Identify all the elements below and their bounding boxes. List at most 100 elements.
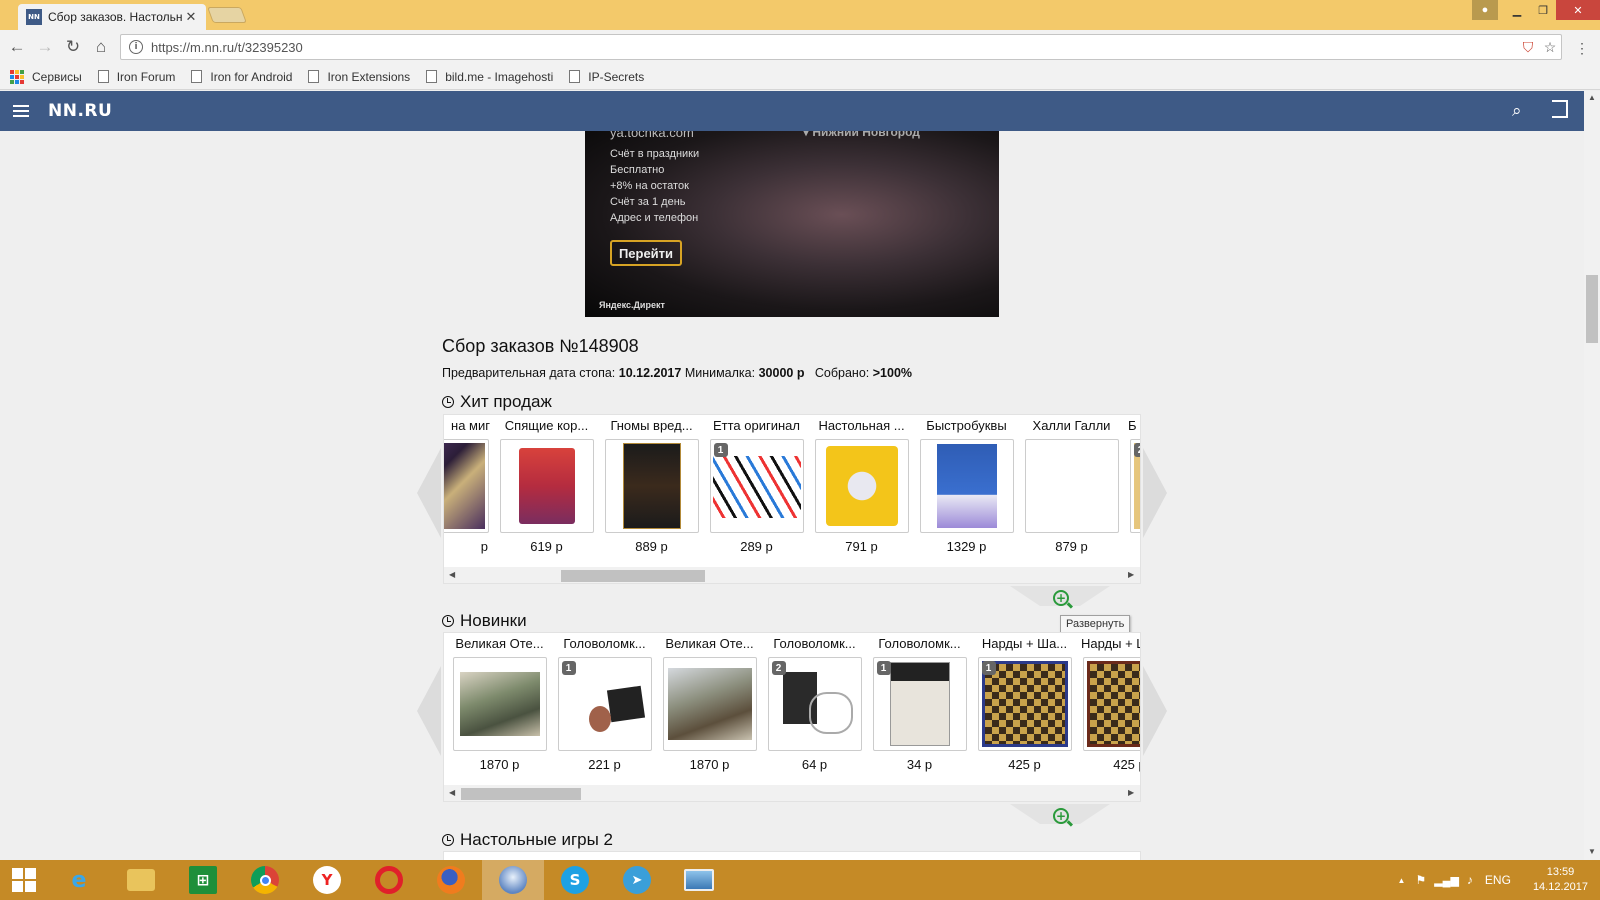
ad-brand[interactable]: Яндекс.Директ <box>599 300 665 310</box>
product-name[interactable]: Головоломк... <box>762 633 867 657</box>
scrollbar-thumb[interactable] <box>1586 275 1598 343</box>
blocked-content-icon[interactable]: ⛉ <box>1517 39 1539 56</box>
product-image[interactable] <box>1082 657 1140 751</box>
product-image[interactable] <box>1024 439 1119 533</box>
maximize-button[interactable]: ❐ <box>1530 0 1556 20</box>
taskbar-skype[interactable]: S <box>544 860 606 900</box>
product-image[interactable]: 1 <box>872 657 967 751</box>
hamburger-menu-icon[interactable] <box>13 105 29 117</box>
page-scrollbar[interactable]: ▲ ▼ <box>1584 91 1600 860</box>
product-name[interactable]: Великая Оте... <box>447 633 552 657</box>
product-card[interactable]: Б 2 <box>1124 415 1140 565</box>
carousel-scrollbar[interactable]: ◀ ▶ <box>444 567 1140 583</box>
product-card[interactable]: на миг р <box>444 415 494 565</box>
taskbar-telegram[interactable]: ➤ <box>606 860 668 900</box>
scroll-down-icon[interactable]: ▼ <box>1588 847 1596 856</box>
network-icon[interactable]: ▂▄▆ <box>1434 874 1459 887</box>
taskbar-ie[interactable]: e <box>48 860 110 900</box>
carousel-hits[interactable]: на миг р Спящие кор... 619 р Гномы вред.… <box>443 414 1141 584</box>
carousel-board-games-2[interactable] <box>443 851 1141 860</box>
product-name[interactable]: Головоломк... <box>867 633 972 657</box>
carousel-new[interactable]: Великая Оте... 1870 р Головоломк... 1 22… <box>443 632 1141 802</box>
product-card[interactable]: Головоломк... 1 34 р <box>867 633 972 783</box>
scroll-left-icon[interactable]: ◀ <box>449 570 455 579</box>
bookmark-item[interactable]: bild.me - Imagehosti <box>426 70 553 84</box>
product-name[interactable]: Гномы вред... <box>599 415 704 439</box>
product-card[interactable]: Халли Галли 879 р <box>1019 415 1124 565</box>
carousel-next-arrow[interactable] <box>1143 666 1167 756</box>
carousel-scrollbar[interactable]: ◀ ▶ <box>444 785 1140 801</box>
product-card[interactable]: Нарды + Ш 425 р <box>1077 633 1140 783</box>
taskbar-chrome[interactable] <box>234 860 296 900</box>
product-name[interactable]: Халли Галли <box>1019 415 1124 439</box>
product-image[interactable]: 1 <box>709 439 804 533</box>
volume-icon[interactable]: ♪ <box>1467 873 1473 887</box>
scroll-right-icon[interactable]: ▶ <box>1128 788 1134 797</box>
product-name[interactable]: Б <box>1124 415 1140 439</box>
scrollbar-thumb[interactable] <box>461 788 581 800</box>
menu-icon[interactable]: ⋮ <box>1575 40 1589 57</box>
product-name[interactable]: Быстробуквы <box>914 415 1019 439</box>
product-card[interactable]: Етта оригинал 1 289 р <box>704 415 809 565</box>
product-card[interactable]: Спящие кор... 619 р <box>494 415 599 565</box>
search-icon[interactable]: ⌕ <box>1512 101 1522 121</box>
profile-icon[interactable]: ● <box>1472 0 1498 20</box>
section-title-board-games-2[interactable]: Настольные игры 2 <box>442 830 613 850</box>
product-card[interactable]: Гномы вред... 889 р <box>599 415 704 565</box>
bookmark-apps[interactable]: Сервисы <box>10 69 82 84</box>
taskbar-firefox[interactable] <box>420 860 482 900</box>
back-arrow-icon[interactable]: ← <box>6 36 28 58</box>
taskbar-photos[interactable] <box>668 860 730 900</box>
home-icon[interactable]: ⌂ <box>90 36 112 58</box>
reload-icon[interactable]: ↻ <box>62 36 84 58</box>
bookmark-item[interactable]: IP-Secrets <box>569 70 644 84</box>
carousel-prev-arrow[interactable] <box>417 666 441 756</box>
product-card[interactable]: Головоломк... 1 221 р <box>552 633 657 783</box>
scroll-up-icon[interactable]: ▲ <box>1588 93 1596 102</box>
url-text[interactable]: https://m.nn.ru/t/32395230 <box>151 40 1517 55</box>
bookmark-item[interactable]: Iron for Android <box>191 70 292 84</box>
scrollbar-thumb[interactable] <box>561 570 705 582</box>
product-image[interactable]: 2 <box>1129 439 1140 533</box>
product-card[interactable]: Настольная ... 791 р <box>809 415 914 565</box>
product-image[interactable] <box>444 439 489 533</box>
taskbar-iron[interactable] <box>482 860 544 900</box>
product-image[interactable] <box>919 439 1014 533</box>
address-bar[interactable]: i https://m.nn.ru/t/32395230 ⛉ ☆ <box>120 34 1562 60</box>
scroll-left-icon[interactable]: ◀ <box>449 788 455 797</box>
minimize-button[interactable]: ▁ <box>1504 0 1530 20</box>
login-icon[interactable] <box>1552 100 1568 118</box>
close-window-button[interactable]: ✕ <box>1556 0 1600 20</box>
product-card[interactable]: Великая Оте... 1870 р <box>447 633 552 783</box>
section-title-hits[interactable]: Хит продаж <box>442 392 552 412</box>
clock[interactable]: 13:59 14.12.2017 <box>1533 865 1588 895</box>
product-name[interactable]: Нарды + Ш <box>1077 633 1140 657</box>
tab-close-icon[interactable]: ✕ <box>184 9 198 25</box>
product-name[interactable]: на миг <box>444 415 494 439</box>
tray-expand-icon[interactable]: ▲ <box>1398 876 1406 885</box>
product-card[interactable]: Головоломк... 2 64 р <box>762 633 867 783</box>
scroll-right-icon[interactable]: ▶ <box>1128 570 1134 579</box>
section-title-new[interactable]: Новинки <box>442 611 527 631</box>
taskbar-store[interactable]: ⊞ <box>172 860 234 900</box>
product-name[interactable]: Настольная ... <box>809 415 914 439</box>
ad-go-button[interactable]: Перейти <box>610 240 682 266</box>
site-logo[interactable]: NN.RU <box>48 101 112 121</box>
taskbar-opera[interactable] <box>358 860 420 900</box>
bookmark-item[interactable]: Iron Extensions <box>308 70 410 84</box>
bookmark-star-icon[interactable]: ☆ <box>1539 39 1561 56</box>
product-name[interactable]: Нарды + Ша... <box>972 633 1077 657</box>
taskbar-explorer[interactable] <box>110 860 172 900</box>
product-name[interactable]: Великая Оте... <box>657 633 762 657</box>
product-card[interactable]: Великая Оте... 1870 р <box>657 633 762 783</box>
forward-arrow-icon[interactable]: → <box>34 36 56 58</box>
zoom-in-icon[interactable]: + <box>1053 808 1069 824</box>
language-indicator[interactable]: ENG <box>1485 873 1511 887</box>
product-card[interactable]: Нарды + Ша... 1 425 р <box>972 633 1077 783</box>
product-image[interactable] <box>452 657 547 751</box>
product-image[interactable] <box>499 439 594 533</box>
bookmark-item[interactable]: Iron Forum <box>97 70 175 84</box>
start-button[interactable] <box>0 868 48 892</box>
product-image[interactable]: 1 <box>977 657 1072 751</box>
new-tab-button[interactable] <box>207 7 247 23</box>
